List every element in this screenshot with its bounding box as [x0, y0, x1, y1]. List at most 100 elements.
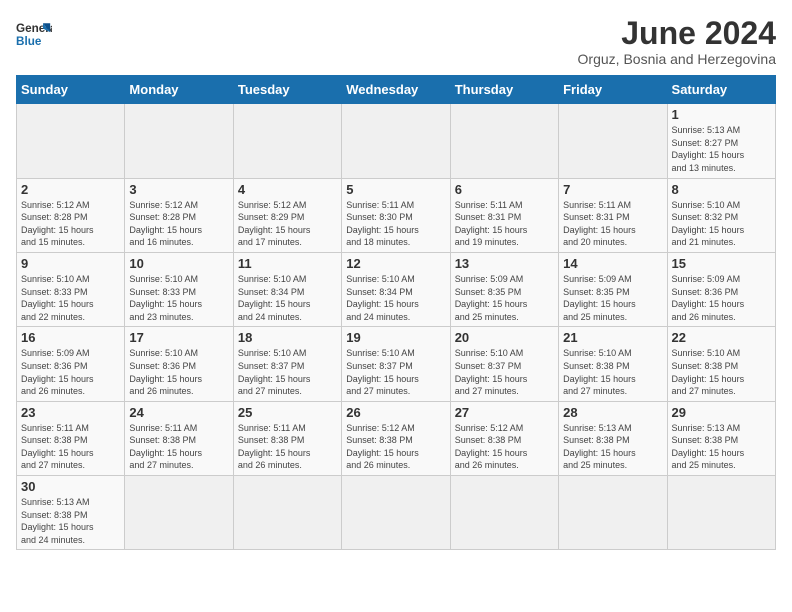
- day-info: Sunrise: 5:13 AM Sunset: 8:38 PM Dayligh…: [563, 422, 662, 472]
- calendar-day-cell: 14 Sunrise: 5:09 AM Sunset: 8:35 PM Dayli…: [559, 252, 667, 326]
- day-info: Sunrise: 5:11 AM Sunset: 8:38 PM Dayligh…: [238, 422, 337, 472]
- day-info: Sunrise: 5:10 AM Sunset: 8:34 PM Dayligh…: [238, 273, 337, 323]
- calendar-day-cell: 5 Sunrise: 5:11 AM Sunset: 8:30 PM Daylig…: [342, 178, 450, 252]
- day-of-week-header: Monday: [125, 76, 233, 104]
- calendar: SundayMondayTuesdayWednesdayThursdayFrid…: [16, 75, 776, 550]
- calendar-day-cell: 4 Sunrise: 5:12 AM Sunset: 8:29 PM Daylig…: [233, 178, 341, 252]
- day-number: 21: [563, 330, 662, 345]
- day-info: Sunrise: 5:13 AM Sunset: 8:27 PM Dayligh…: [672, 124, 771, 174]
- day-of-week-header: Thursday: [450, 76, 558, 104]
- day-info: Sunrise: 5:11 AM Sunset: 8:38 PM Dayligh…: [21, 422, 120, 472]
- day-info: Sunrise: 5:12 AM Sunset: 8:28 PM Dayligh…: [129, 199, 228, 249]
- day-number: 19: [346, 330, 445, 345]
- day-info: Sunrise: 5:10 AM Sunset: 8:38 PM Dayligh…: [563, 347, 662, 397]
- calendar-day-cell: 27 Sunrise: 5:12 AM Sunset: 8:38 PM Dayli…: [450, 401, 558, 475]
- day-number: 10: [129, 256, 228, 271]
- day-number: 18: [238, 330, 337, 345]
- day-info: Sunrise: 5:11 AM Sunset: 8:38 PM Dayligh…: [129, 422, 228, 472]
- calendar-day-cell: [450, 104, 558, 178]
- day-info: Sunrise: 5:10 AM Sunset: 8:37 PM Dayligh…: [455, 347, 554, 397]
- day-number: 1: [672, 107, 771, 122]
- calendar-day-cell: 15 Sunrise: 5:09 AM Sunset: 8:36 PM Dayli…: [667, 252, 775, 326]
- logo: General Blue: [16, 16, 52, 52]
- day-of-week-header: Tuesday: [233, 76, 341, 104]
- day-number: 24: [129, 405, 228, 420]
- day-number: 12: [346, 256, 445, 271]
- day-info: Sunrise: 5:10 AM Sunset: 8:37 PM Dayligh…: [238, 347, 337, 397]
- day-info: Sunrise: 5:10 AM Sunset: 8:37 PM Dayligh…: [346, 347, 445, 397]
- day-info: Sunrise: 5:09 AM Sunset: 8:35 PM Dayligh…: [563, 273, 662, 323]
- calendar-week-row: 30Sunrise: 5:13 AM Sunset: 8:38 PM Dayli…: [17, 476, 776, 550]
- calendar-day-cell: [233, 104, 341, 178]
- calendar-header-row: SundayMondayTuesdayWednesdayThursdayFrid…: [17, 76, 776, 104]
- month-title: June 2024: [578, 16, 776, 51]
- day-number: 9: [21, 256, 120, 271]
- calendar-day-cell: 28Sunrise: 5:13 AM Sunset: 8:38 PM Dayli…: [559, 401, 667, 475]
- day-number: 5: [346, 182, 445, 197]
- logo-icon: General Blue: [16, 16, 52, 52]
- calendar-day-cell: 6Sunrise: 5:11 AM Sunset: 8:31 PM Daylig…: [450, 178, 558, 252]
- day-number: 16: [21, 330, 120, 345]
- day-info: Sunrise: 5:10 AM Sunset: 8:38 PM Dayligh…: [672, 347, 771, 397]
- calendar-day-cell: 2Sunrise: 5:12 AM Sunset: 8:28 PM Daylig…: [17, 178, 125, 252]
- calendar-day-cell: [233, 476, 341, 550]
- calendar-week-row: 1 Sunrise: 5:13 AM Sunset: 8:27 PM Daylig…: [17, 104, 776, 178]
- day-info: Sunrise: 5:09 AM Sunset: 8:36 PM Dayligh…: [672, 273, 771, 323]
- day-number: 2: [21, 182, 120, 197]
- day-number: 25: [238, 405, 337, 420]
- calendar-day-cell: 16 Sunrise: 5:09 AM Sunset: 8:36 PM Dayli…: [17, 327, 125, 401]
- calendar-day-cell: 21 Sunrise: 5:10 AM Sunset: 8:38 PM Dayli…: [559, 327, 667, 401]
- svg-text:Blue: Blue: [16, 35, 42, 48]
- day-info: Sunrise: 5:11 AM Sunset: 8:30 PM Dayligh…: [346, 199, 445, 249]
- day-number: 13: [455, 256, 554, 271]
- calendar-day-cell: [125, 104, 233, 178]
- day-info: Sunrise: 5:10 AM Sunset: 8:36 PM Dayligh…: [129, 347, 228, 397]
- day-info: Sunrise: 5:09 AM Sunset: 8:36 PM Dayligh…: [21, 347, 120, 397]
- calendar-day-cell: 9 Sunrise: 5:10 AM Sunset: 8:33 PM Daylig…: [17, 252, 125, 326]
- calendar-week-row: 23Sunrise: 5:11 AM Sunset: 8:38 PM Dayli…: [17, 401, 776, 475]
- day-number: 30: [21, 479, 120, 494]
- day-number: 14: [563, 256, 662, 271]
- day-of-week-header: Saturday: [667, 76, 775, 104]
- calendar-day-cell: 26 Sunrise: 5:12 AM Sunset: 8:38 PM Dayli…: [342, 401, 450, 475]
- title-area: June 2024 Orguz, Bosnia and Herzegovina: [578, 16, 776, 67]
- calendar-week-row: 9 Sunrise: 5:10 AM Sunset: 8:33 PM Daylig…: [17, 252, 776, 326]
- location-subtitle: Orguz, Bosnia and Herzegovina: [578, 51, 776, 67]
- day-info: Sunrise: 5:10 AM Sunset: 8:34 PM Dayligh…: [346, 273, 445, 323]
- header: General Blue June 2024 Orguz, Bosnia and…: [16, 16, 776, 67]
- day-number: 7: [563, 182, 662, 197]
- calendar-day-cell: [125, 476, 233, 550]
- day-of-week-header: Friday: [559, 76, 667, 104]
- calendar-day-cell: 18 Sunrise: 5:10 AM Sunset: 8:37 PM Dayli…: [233, 327, 341, 401]
- calendar-day-cell: 1 Sunrise: 5:13 AM Sunset: 8:27 PM Daylig…: [667, 104, 775, 178]
- day-info: Sunrise: 5:12 AM Sunset: 8:38 PM Dayligh…: [455, 422, 554, 472]
- day-info: Sunrise: 5:10 AM Sunset: 8:33 PM Dayligh…: [129, 273, 228, 323]
- calendar-day-cell: [342, 104, 450, 178]
- day-number: 11: [238, 256, 337, 271]
- calendar-day-cell: 13 Sunrise: 5:09 AM Sunset: 8:35 PM Dayli…: [450, 252, 558, 326]
- day-info: Sunrise: 5:10 AM Sunset: 8:33 PM Dayligh…: [21, 273, 120, 323]
- calendar-day-cell: 24 Sunrise: 5:11 AM Sunset: 8:38 PM Dayli…: [125, 401, 233, 475]
- calendar-day-cell: [450, 476, 558, 550]
- calendar-day-cell: 29Sunrise: 5:13 AM Sunset: 8:38 PM Dayli…: [667, 401, 775, 475]
- day-number: 27: [455, 405, 554, 420]
- day-info: Sunrise: 5:11 AM Sunset: 8:31 PM Dayligh…: [455, 199, 554, 249]
- day-number: 4: [238, 182, 337, 197]
- day-number: 22: [672, 330, 771, 345]
- day-info: Sunrise: 5:10 AM Sunset: 8:32 PM Dayligh…: [672, 199, 771, 249]
- day-number: 20: [455, 330, 554, 345]
- day-number: 29: [672, 405, 771, 420]
- calendar-day-cell: 19 Sunrise: 5:10 AM Sunset: 8:37 PM Dayli…: [342, 327, 450, 401]
- day-number: 15: [672, 256, 771, 271]
- day-info: Sunrise: 5:12 AM Sunset: 8:29 PM Dayligh…: [238, 199, 337, 249]
- calendar-day-cell: 10 Sunrise: 5:10 AM Sunset: 8:33 PM Dayli…: [125, 252, 233, 326]
- calendar-day-cell: [17, 104, 125, 178]
- day-info: Sunrise: 5:11 AM Sunset: 8:31 PM Dayligh…: [563, 199, 662, 249]
- day-number: 8: [672, 182, 771, 197]
- day-info: Sunrise: 5:09 AM Sunset: 8:35 PM Dayligh…: [455, 273, 554, 323]
- day-info: Sunrise: 5:12 AM Sunset: 8:38 PM Dayligh…: [346, 422, 445, 472]
- day-of-week-header: Sunday: [17, 76, 125, 104]
- calendar-day-cell: [559, 476, 667, 550]
- calendar-day-cell: [559, 104, 667, 178]
- day-number: 26: [346, 405, 445, 420]
